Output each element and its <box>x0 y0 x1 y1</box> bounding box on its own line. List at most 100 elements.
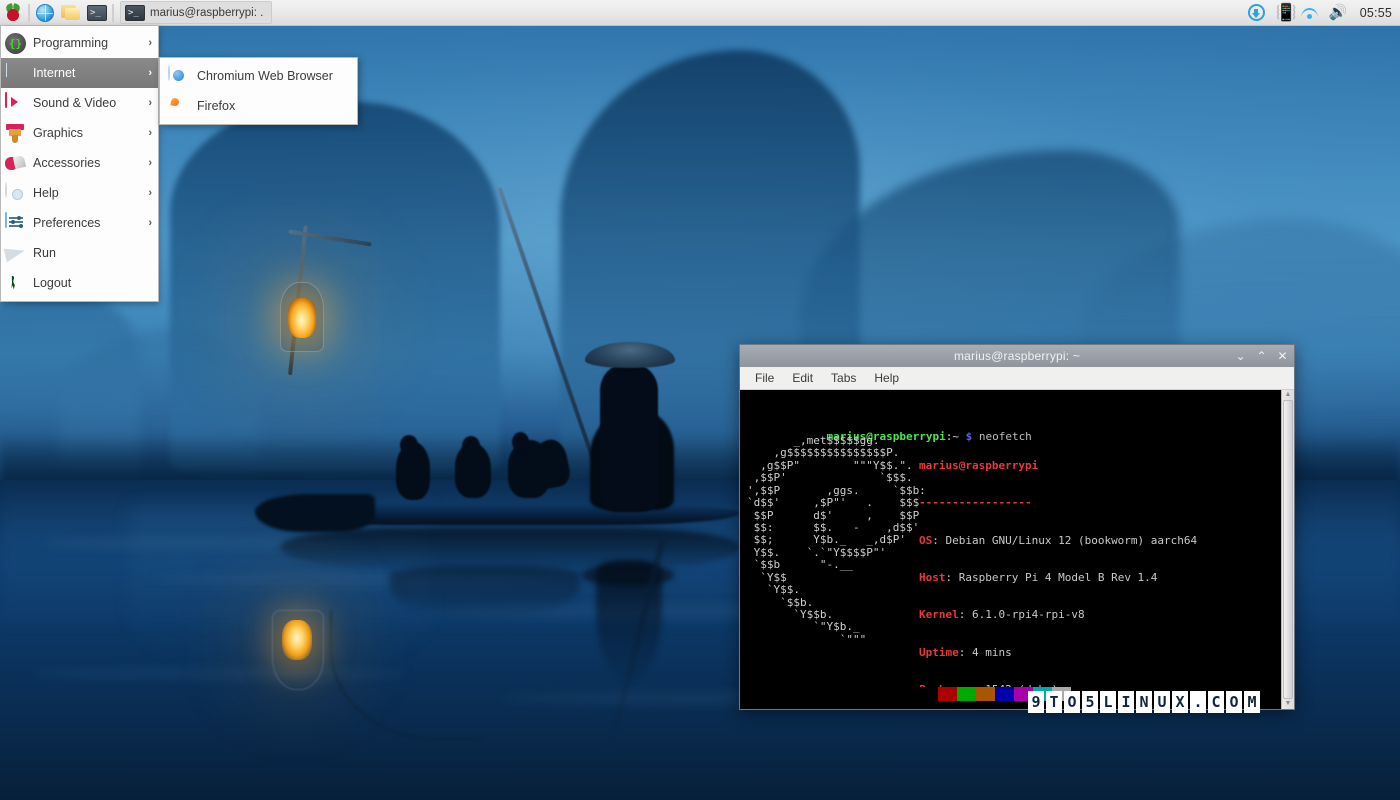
window-controls: ⌄ ⌃ ✕ <box>1235 345 1288 367</box>
scrollbar-thumb[interactable] <box>1283 400 1293 699</box>
menu-item-graphics[interactable]: Graphics › <box>1 118 158 148</box>
cormorant-head <box>512 432 529 452</box>
watermark-char: M <box>1244 691 1260 713</box>
menu-item-run[interactable]: Run <box>1 238 158 268</box>
volume-icon[interactable]: 🔊 <box>1329 5 1349 21</box>
raft-bow <box>255 494 375 532</box>
system-tray: 📳 🔊 05:55 <box>1248 4 1400 22</box>
scroll-up-arrow[interactable]: ▲ <box>1282 390 1294 400</box>
taskbar-window-label: marius@raspberrypi: . <box>150 7 263 19</box>
neofetch-header: marius@raspberrypi <box>919 459 1038 472</box>
menu-edit[interactable]: Edit <box>783 367 822 389</box>
submenu-item-firefox[interactable]: Firefox <box>160 91 357 121</box>
terminal-title-text: marius@raspberrypi: ~ <box>740 349 1294 363</box>
updates-icon[interactable] <box>1248 4 1265 21</box>
watermark-char: L <box>1100 691 1116 713</box>
taskbar-window-button[interactable]: marius@raspberrypi: . <box>120 1 272 24</box>
color-swatch <box>919 687 938 701</box>
sound-video-icon <box>5 93 26 114</box>
menu-item-label: Sound & Video <box>33 96 144 110</box>
neofetch-field: OS: Debian GNU/Linux 12 (bookworm) aarch… <box>919 535 1197 547</box>
cormorant-head <box>462 436 480 456</box>
menu-file[interactable]: File <box>746 367 783 389</box>
taskbar-launchers: marius@raspberrypi: . <box>0 0 272 26</box>
menu-tabs[interactable]: Tabs <box>822 367 865 389</box>
terminal-output[interactable]: marius@raspberrypi:~ $ neofetch _,met$$$… <box>740 390 1281 709</box>
menu-item-sound-video[interactable]: Sound & Video › <box>1 88 158 118</box>
close-button[interactable]: ✕ <box>1277 345 1288 367</box>
accessories-icon <box>5 153 26 174</box>
menu-item-label: Accessories <box>33 156 144 170</box>
submenu-item-chromium[interactable]: Chromium Web Browser <box>160 61 357 91</box>
run-icon <box>5 243 26 264</box>
menu-item-programming[interactable]: {} Programming › <box>1 28 158 58</box>
neofetch-output: marius@raspberrypi:~ $ neofetch _,met$$$… <box>743 419 1281 581</box>
neofetch-field: Host: Raspberry Pi 4 Model B Rev 1.4 <box>919 572 1197 584</box>
menu-item-label: Programming <box>33 36 144 50</box>
watermark-char: O <box>1064 691 1080 713</box>
site-watermark: 9TO5LINUX.COM <box>1028 691 1260 713</box>
internet-submenu-popup: Chromium Web Browser Firefox <box>159 57 358 125</box>
globe-icon <box>36 4 54 22</box>
web-browser-launcher[interactable] <box>32 0 58 26</box>
taskbar-clock[interactable]: 05:55 <box>1360 6 1392 20</box>
watermark-char: C <box>1208 691 1224 713</box>
menu-item-label: Run <box>33 246 148 260</box>
main-menu-popup: {} Programming › Internet › Sound & Vide… <box>0 26 159 302</box>
debian-ascii-art: _,met$$$$$gg. ,g$$$$$$$$$$$$$$$P. ,g$$P"… <box>747 435 926 646</box>
cormorant-head <box>400 435 418 455</box>
watermark-char: I <box>1118 691 1134 713</box>
color-swatch <box>938 687 957 701</box>
watermark-char: 9 <box>1028 691 1044 713</box>
color-swatch <box>957 687 976 701</box>
raspberry-icon <box>4 4 22 22</box>
taskbar-separator <box>28 4 30 22</box>
wallpaper-mountain-central-peak <box>170 102 500 472</box>
watermark-char: 5 <box>1082 691 1098 713</box>
neofetch-field: Uptime: 4 mins <box>919 647 1197 659</box>
terminal-titlebar[interactable]: marius@raspberrypi: ~ ⌄ ⌃ ✕ <box>740 345 1294 367</box>
wifi-icon[interactable] <box>1301 5 1318 20</box>
terminal-launcher[interactable] <box>84 0 110 26</box>
help-icon <box>5 183 26 204</box>
chevron-right-icon: › <box>148 37 152 49</box>
internet-icon <box>5 63 26 84</box>
menu-item-internet[interactable]: Internet › <box>1 58 158 88</box>
file-manager-launcher[interactable] <box>58 0 84 26</box>
watermark-char: O <box>1226 691 1242 713</box>
scroll-down-arrow[interactable]: ▼ <box>1282 699 1294 709</box>
menu-item-preferences[interactable]: Preferences › <box>1 208 158 238</box>
terminal-icon <box>87 5 107 21</box>
submenu-item-label: Firefox <box>197 99 235 113</box>
terminal-window: marius@raspberrypi: ~ ⌄ ⌃ ✕ File Edit Ta… <box>739 344 1295 710</box>
menu-item-accessories[interactable]: Accessories › <box>1 148 158 178</box>
taskbar: marius@raspberrypi: . 📳 🔊 05:55 <box>0 0 1400 26</box>
graphics-icon <box>5 123 26 144</box>
menu-item-logout[interactable]: Logout <box>1 268 158 298</box>
watermark-char: U <box>1154 691 1170 713</box>
color-swatch <box>995 687 1014 701</box>
watermark-char: . <box>1190 691 1206 713</box>
minimize-button[interactable]: ⌄ <box>1235 345 1246 367</box>
logout-icon <box>5 273 26 294</box>
menu-help[interactable]: Help <box>865 367 908 389</box>
neofetch-separator: ----------------- <box>919 496 1032 509</box>
chevron-right-icon: › <box>148 67 152 79</box>
lantern-reflection-flame <box>282 620 312 660</box>
firefox-icon <box>168 96 188 116</box>
menu-item-help[interactable]: Help › <box>1 178 158 208</box>
menu-item-label: Internet <box>33 66 144 80</box>
terminal-scrollbar[interactable]: ▲ ▼ <box>1281 390 1294 709</box>
chevron-right-icon: › <box>148 187 152 199</box>
menu-item-label: Graphics <box>33 126 144 140</box>
raspberry-menu-button[interactable] <box>0 0 26 26</box>
submenu-item-label: Chromium Web Browser <box>197 69 333 83</box>
bluetooth-icon[interactable]: 📳 <box>1276 4 1290 22</box>
menu-item-label: Help <box>33 186 144 200</box>
chevron-right-icon: › <box>148 127 152 139</box>
neofetch-field: Kernel: 6.1.0-rpi4-rpi-v8 <box>919 609 1197 621</box>
chevron-right-icon: › <box>148 217 152 229</box>
maximize-button[interactable]: ⌃ <box>1256 345 1267 367</box>
terminal-command-line: marius@raspberrypi:~ $ neofetch <box>747 419 1032 431</box>
watermark-char: T <box>1046 691 1062 713</box>
